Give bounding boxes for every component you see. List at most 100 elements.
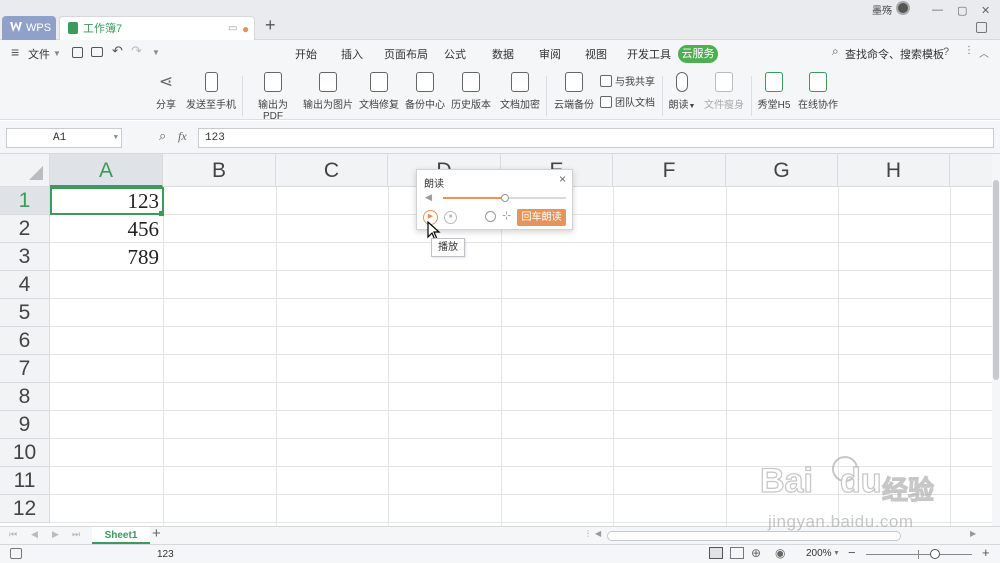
- sheet-tab-sheet1[interactable]: Sheet1: [92, 527, 150, 544]
- undo-icon[interactable]: ↶: [112, 43, 123, 59]
- tab-insert[interactable]: 插入: [341, 46, 363, 62]
- new-tab-button[interactable]: +: [265, 15, 276, 36]
- doc-repair-button[interactable]: 文档修复: [359, 72, 399, 111]
- column-header-h[interactable]: H: [838, 154, 950, 187]
- backup-center-button[interactable]: 备份中心: [405, 72, 445, 111]
- row-header-12[interactable]: 12: [0, 495, 50, 523]
- redo-icon[interactable]: ↷: [131, 43, 142, 59]
- scroll-right-icon[interactable]: ▶: [970, 529, 976, 538]
- add-sheet-button[interactable]: +: [152, 525, 161, 542]
- row-header-2[interactable]: 2: [0, 215, 50, 243]
- stop-icon[interactable]: ■: [444, 211, 457, 224]
- column-header-g[interactable]: G: [726, 154, 838, 187]
- horizontal-scroll-thumb[interactable]: [607, 531, 901, 541]
- tab-formulas[interactable]: 公式: [444, 46, 466, 62]
- print-icon[interactable]: [91, 47, 103, 57]
- collapse-ribbon-icon[interactable]: ︿: [979, 45, 989, 60]
- avatar[interactable]: [896, 1, 910, 15]
- monitor-icon[interactable]: ▭: [228, 17, 237, 41]
- hamburger-icon[interactable]: ≡: [11, 44, 19, 60]
- row-header-4[interactable]: 4: [0, 271, 50, 299]
- fx-button[interactable]: fx: [178, 129, 187, 144]
- tab-home[interactable]: 开始: [295, 46, 317, 62]
- collab-button[interactable]: 在线协作: [797, 72, 839, 111]
- maximize-icon[interactable]: ▢: [957, 4, 967, 17]
- zoom-level[interactable]: 200%: [806, 548, 832, 559]
- tab-developer[interactable]: 开发工具: [627, 46, 671, 62]
- zoom-out-button[interactable]: −: [848, 545, 856, 560]
- first-sheet-icon[interactable]: ⏮: [9, 529, 17, 540]
- chevron-down-icon[interactable]: ▼: [53, 49, 61, 58]
- column-header-a[interactable]: A: [50, 154, 163, 187]
- close-window-icon[interactable]: ✕: [981, 4, 990, 17]
- document-tab[interactable]: 工作簿7 ▭ ●: [59, 16, 255, 40]
- cell-a2[interactable]: 456: [50, 215, 163, 243]
- tab-page-layout[interactable]: 页面布局: [384, 46, 428, 62]
- customize-arrow-icon[interactable]: ▼: [152, 48, 160, 57]
- xiutang-button[interactable]: 秀堂H5: [756, 72, 792, 111]
- wps-home-tab[interactable]: WPS: [2, 16, 56, 40]
- close-icon[interactable]: ×: [559, 172, 566, 186]
- settings-icon[interactable]: ⊹: [502, 209, 511, 222]
- normal-view-icon[interactable]: [709, 547, 723, 559]
- chevron-down-icon[interactable]: ▼: [833, 550, 840, 557]
- vertical-scrollbar[interactable]: [992, 154, 1000, 526]
- shared-with-me-button[interactable]: 与我共享: [600, 73, 660, 88]
- encrypt-button[interactable]: 文档加密: [499, 72, 541, 111]
- zoom-slider-knob[interactable]: [929, 549, 940, 559]
- command-search[interactable]: 查找命令、搜索模板: [845, 46, 944, 62]
- share-button[interactable]: ⋖ 分享: [152, 72, 180, 111]
- last-sheet-icon[interactable]: ⏭: [72, 529, 80, 540]
- column-header-b[interactable]: B: [163, 154, 276, 187]
- zoom-in-button[interactable]: +: [982, 545, 990, 560]
- prev-sheet-icon[interactable]: ◀: [31, 529, 38, 540]
- zoom-slider[interactable]: [866, 549, 972, 559]
- column-header-f[interactable]: F: [613, 154, 726, 187]
- save-icon[interactable]: [72, 47, 83, 58]
- history-button[interactable]: 历史版本: [451, 72, 491, 111]
- row-header-5[interactable]: 5: [0, 299, 50, 327]
- name-box[interactable]: A1 ▼: [6, 128, 122, 148]
- macro-icon[interactable]: [10, 548, 22, 559]
- tab-review[interactable]: 审阅: [539, 46, 561, 62]
- vertical-scroll-thumb[interactable]: [993, 180, 999, 380]
- row-header-9[interactable]: 9: [0, 411, 50, 439]
- team-docs-button[interactable]: 团队文档: [600, 94, 660, 109]
- zoom-search-icon[interactable]: ⌕: [159, 128, 166, 144]
- row-header-7[interactable]: 7: [0, 355, 50, 383]
- eye-protect-icon[interactable]: ◉: [775, 546, 785, 560]
- speed-icon[interactable]: [485, 211, 496, 222]
- tab-view[interactable]: 视图: [585, 46, 607, 62]
- sidebar-toggle-icon[interactable]: [976, 22, 987, 33]
- export-pdf-button[interactable]: 输出为PDF: [249, 72, 297, 122]
- tab-cloud-services[interactable]: 云服务: [678, 45, 718, 63]
- volume-knob[interactable]: [500, 194, 509, 202]
- search-icon[interactable]: ⌕: [832, 44, 839, 59]
- file-menu[interactable]: 文件: [28, 46, 50, 62]
- tab-data[interactable]: 数据: [492, 46, 514, 62]
- help-button[interactable]: ?: [943, 46, 949, 58]
- next-sheet-icon[interactable]: ▶: [52, 529, 59, 540]
- select-all-corner[interactable]: [0, 154, 50, 187]
- minimize-icon[interactable]: —: [932, 4, 943, 16]
- chevron-down-icon[interactable]: ▼: [114, 129, 118, 147]
- row-header-1[interactable]: 1: [0, 187, 50, 215]
- cloud-backup-button[interactable]: 云端备份: [553, 72, 595, 111]
- formula-input[interactable]: 123: [198, 128, 994, 148]
- file-slim-button[interactable]: 文件瘦身: [703, 72, 745, 111]
- page-layout-view-icon[interactable]: ⊕: [751, 546, 761, 560]
- split-handle-icon[interactable]: ⋮: [584, 529, 592, 538]
- more-icon[interactable]: ⋮: [964, 45, 974, 56]
- column-header-c[interactable]: C: [276, 154, 388, 187]
- enter-read-button[interactable]: 回车朗读: [517, 209, 566, 226]
- cell-a1[interactable]: 123: [50, 187, 164, 215]
- scroll-left-icon[interactable]: ◀: [595, 529, 601, 538]
- volume-slider[interactable]: [443, 194, 566, 202]
- cell-a3[interactable]: 789: [50, 243, 163, 271]
- user-name[interactable]: 墨殇: [872, 2, 892, 17]
- row-header-6[interactable]: 6: [0, 327, 50, 355]
- row-header-10[interactable]: 10: [0, 439, 50, 467]
- send-to-phone-button[interactable]: 发送至手机: [186, 72, 236, 111]
- export-image-button[interactable]: 输出为图片: [303, 72, 353, 111]
- row-header-3[interactable]: 3: [0, 243, 50, 271]
